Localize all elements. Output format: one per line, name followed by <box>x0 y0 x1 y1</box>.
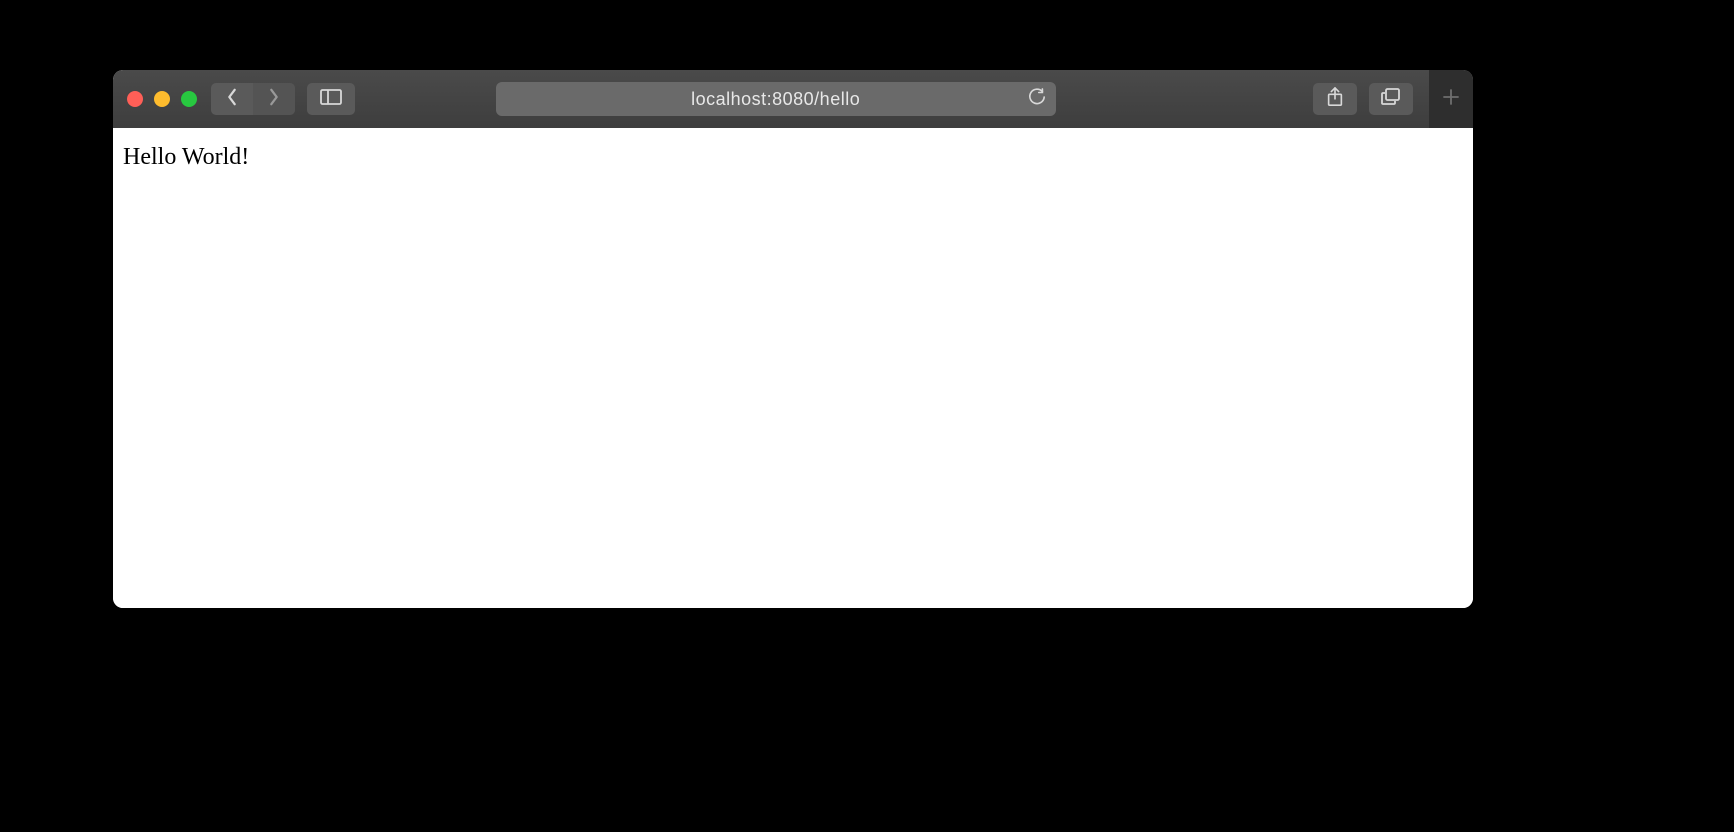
share-icon <box>1326 87 1344 112</box>
page-content: Hello World! <box>113 128 1473 608</box>
show-tabs-button[interactable] <box>1369 83 1413 115</box>
plus-icon <box>1442 88 1460 111</box>
share-button[interactable] <box>1313 83 1357 115</box>
minimize-window-button[interactable] <box>154 91 170 107</box>
traffic-lights <box>127 91 197 107</box>
forward-button[interactable] <box>253 83 295 115</box>
titlebar: localhost:8080/hello <box>113 70 1473 128</box>
reload-icon <box>1028 88 1046 111</box>
browser-window: localhost:8080/hello <box>113 70 1473 608</box>
address-bar[interactable]: localhost:8080/hello <box>496 82 1056 116</box>
sidebar-icon <box>320 89 342 110</box>
right-toolbar <box>1313 70 1459 128</box>
sidebar-toggle-button[interactable] <box>307 83 355 115</box>
back-button[interactable] <box>211 83 253 115</box>
nav-button-group <box>211 83 295 115</box>
new-tab-button[interactable] <box>1429 70 1473 128</box>
tabs-icon <box>1381 88 1401 111</box>
page-body-text: Hello World! <box>123 144 1463 171</box>
close-window-button[interactable] <box>127 91 143 107</box>
maximize-window-button[interactable] <box>181 91 197 107</box>
chevron-left-icon <box>225 88 239 111</box>
chevron-right-icon <box>267 88 281 111</box>
reload-button[interactable] <box>1026 88 1048 110</box>
address-url: localhost:8080/hello <box>691 89 860 110</box>
